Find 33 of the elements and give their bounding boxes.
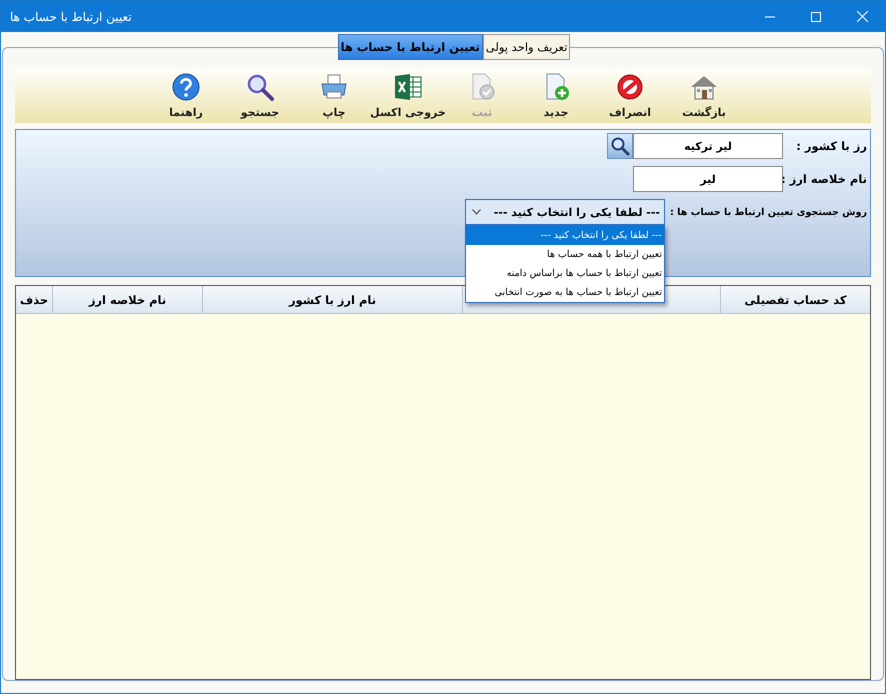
toolbar-button[interactable]: چاپ	[297, 72, 371, 118]
field-label: روش جستجوی تعیین ارتباط با حساب ها :	[668, 206, 867, 218]
dropdown-option[interactable]: --- لطفا یکی را انتخاب کنید ---	[466, 226, 664, 245]
help-icon	[171, 72, 201, 100]
dropdown-option[interactable]: تعیین ارتباط با حساب ها به صورت انتخابی	[466, 283, 664, 302]
method-dropdown[interactable]: --- لطفا یکی را انتخاب کنید ---	[464, 199, 665, 225]
dropdown-option[interactable]: تعیین ارتباط با حساب ها براساس دامنه	[466, 264, 664, 283]
toolbar-button[interactable]: انصراف	[593, 72, 667, 118]
toolbar-button[interactable]: جستجو	[223, 72, 297, 118]
toolbar-button[interactable]: بازگشت	[667, 72, 741, 118]
currency-field[interactable]: لیر ترکیه	[633, 133, 783, 159]
printer-icon	[319, 72, 349, 100]
spreadsheet-icon	[393, 72, 423, 100]
column-header[interactable]: حذف	[16, 286, 52, 314]
toolbar-button[interactable]: جدید	[519, 72, 593, 118]
column-header[interactable]: نام ارز با کشور	[202, 286, 462, 314]
maximize-icon	[811, 12, 821, 22]
caret-icon	[472, 209, 481, 215]
search-button[interactable]	[607, 133, 633, 159]
magnifier-icon	[245, 72, 275, 100]
field-label: رز با کشور :	[795, 139, 867, 153]
window-title: تعیین ارتباط با حساب ها	[10, 10, 132, 24]
no-entry-icon	[615, 72, 645, 100]
tab[interactable]: تعریف واحد پولی	[482, 34, 570, 60]
toolbar-button[interactable]: خروجی اکسل	[371, 72, 445, 118]
toolbar-button[interactable]: راهنما	[149, 72, 223, 118]
search-icon	[610, 136, 630, 156]
column-header[interactable]: نام خلاصه ارز	[52, 286, 202, 314]
close-icon	[856, 11, 868, 22]
column-header[interactable]: کد حساب تفصیلی	[720, 286, 870, 314]
tab[interactable]: تعیین ارتباط با حساب ها	[338, 34, 483, 60]
dropdown-option[interactable]: تعیین ارتباط با همه حساب ها	[466, 245, 664, 264]
abbreviation-field[interactable]: لیر	[633, 166, 783, 192]
